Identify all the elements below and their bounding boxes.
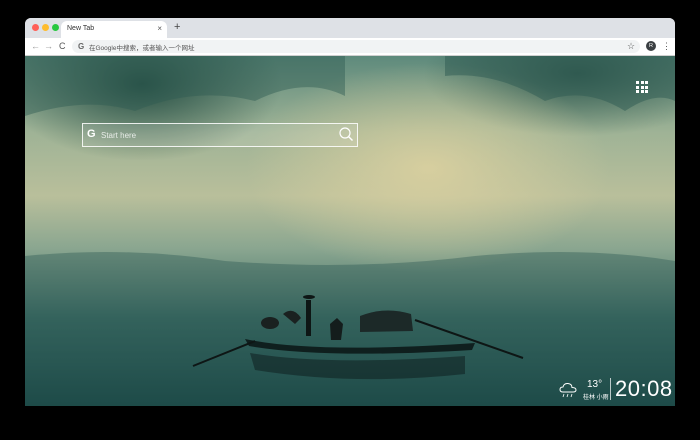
title-bar: New Tab × +: [25, 18, 675, 38]
tab-title: New Tab: [67, 25, 95, 32]
bookmark-star-icon[interactable]: ☆: [627, 40, 635, 52]
tab-new-tab[interactable]: New Tab ×: [61, 21, 167, 38]
divider: [610, 378, 611, 400]
weather-condition: 桂林 小雨: [583, 395, 609, 401]
address-bar-placeholder: 在Google中搜索，或者输入一个网址: [89, 45, 195, 52]
back-icon[interactable]: ←: [31, 40, 40, 52]
address-bar[interactable]: G 在Google中搜索，或者输入一个网址: [72, 40, 640, 53]
apps-grid-icon[interactable]: [636, 81, 648, 93]
background-landscape: [25, 56, 675, 406]
forward-icon[interactable]: →: [44, 40, 53, 52]
browser-toolbar: ← → C G 在Google中搜索，或者输入一个网址 ☆ R ⋮: [25, 38, 675, 56]
google-icon: G: [78, 42, 85, 51]
cloud-rain-icon: [559, 382, 577, 398]
menu-kebab-icon[interactable]: ⋮: [662, 40, 671, 52]
new-tab-page: G 13° 桂林 小雨 20:08: [25, 56, 675, 406]
search-icon[interactable]: [338, 126, 354, 142]
tab-close-icon[interactable]: ×: [157, 24, 162, 33]
new-tab-button[interactable]: +: [174, 21, 180, 33]
search-box[interactable]: G: [82, 123, 358, 147]
reload-icon[interactable]: C: [59, 40, 66, 52]
profile-avatar[interactable]: R: [646, 41, 656, 51]
google-icon: G: [87, 128, 96, 140]
close-window-button[interactable]: [32, 24, 39, 31]
minimize-window-button[interactable]: [42, 24, 49, 31]
temperature: 13°: [587, 379, 603, 390]
weather-clock-widget: 13° 桂林 小雨 20:08: [559, 376, 673, 402]
maximize-window-button[interactable]: [52, 24, 59, 31]
search-input[interactable]: [99, 127, 333, 144]
browser-window: New Tab × + ← → C G 在Google中搜索，或者输入一个网址 …: [25, 18, 675, 406]
clock: 20:08: [615, 376, 673, 401]
